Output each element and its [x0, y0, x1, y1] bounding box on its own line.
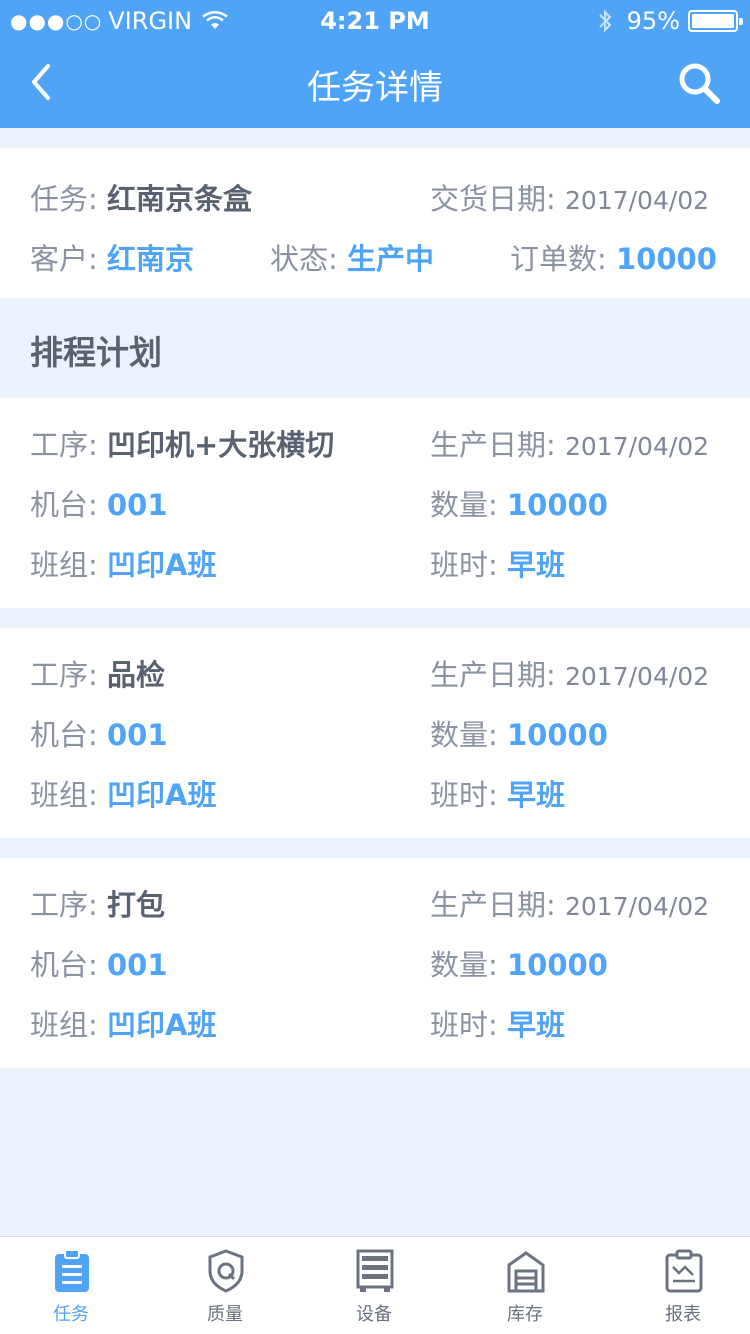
report-clipboard-icon [665, 1249, 703, 1293]
server-rack-icon [356, 1249, 394, 1292]
clipboard-list-icon [55, 1249, 89, 1292]
shift-value: 早班 [507, 1008, 566, 1042]
tab-label: 报表 [665, 1304, 701, 1325]
machine-label: 机台: [30, 948, 98, 982]
section-title: 排程计划 [30, 333, 162, 372]
team-label: 班组: [30, 548, 98, 582]
process-label: 工序: [30, 658, 98, 692]
production-date-value: 2017/04/02 [565, 892, 710, 921]
process-value: 打包 [107, 888, 166, 922]
state-value: 生产中 [347, 242, 435, 276]
delivery-date-value: 2017/04/02 [565, 186, 710, 215]
state-label: 状态: [270, 242, 338, 276]
team-value: 凹印A班 [107, 778, 217, 812]
process-value: 品检 [107, 658, 166, 692]
delivery-date-label: 交货日期: [430, 182, 556, 216]
team-label: 班组: [30, 1008, 98, 1042]
search-icon[interactable] [676, 60, 722, 106]
tab-label: 任务 [53, 1304, 89, 1325]
schedule-card[interactable]: 工序: 凹印机+大张横切 生产日期: 2017/04/02 机台: 001 数量… [0, 398, 750, 608]
schedule-row-process: 工序: 打包 生产日期: 2017/04/02 [0, 882, 750, 922]
process-label: 工序: [30, 428, 98, 462]
quantity-value: 10000 [507, 948, 608, 982]
order-count-label: 订单数: [510, 242, 607, 276]
quantity-label: 数量: [430, 718, 498, 752]
production-date-value: 2017/04/02 [565, 662, 710, 691]
team-value: 凹印A班 [107, 548, 217, 582]
schedule-row-machine: 机台: 001 数量: 10000 [0, 482, 750, 522]
schedule-row-process: 工序: 品检 生产日期: 2017/04/02 [0, 652, 750, 692]
production-date-label: 生产日期: [430, 428, 556, 462]
shield-q-icon [208, 1249, 244, 1293]
quantity-value: 10000 [507, 718, 608, 752]
quantity-label: 数量: [430, 488, 498, 522]
tab-label: 设备 [356, 1304, 392, 1325]
production-date-value: 2017/04/02 [565, 432, 710, 461]
quantity-value: 10000 [507, 488, 608, 522]
process-label: 工序: [30, 888, 98, 922]
status-right: 95% [597, 7, 743, 35]
machine-value: 001 [107, 488, 168, 522]
task-summary-card: 任务: 红南京条盒 交货日期: 2017/04/02 客户: 红南京 状态: 生… [0, 148, 750, 298]
bluetooth-icon [598, 9, 612, 33]
tab-task[interactable]: 任务 [11, 1237, 131, 1334]
task-row: 任务: 红南京条盒 交货日期: 2017/04/02 [0, 176, 750, 216]
tab-report[interactable]: 报表 [623, 1237, 743, 1334]
schedule-card[interactable]: 工序: 品检 生产日期: 2017/04/02 机台: 001 数量: 1000… [0, 628, 750, 838]
header: ●●●○○ VIRGIN 4:21 PM 95% 任务详情 [0, 0, 750, 128]
schedule-row-machine: 机台: 001 数量: 10000 [0, 942, 750, 982]
page-title: 任务详情 [307, 68, 443, 108]
machine-label: 机台: [30, 718, 98, 752]
quantity-label: 数量: [430, 948, 498, 982]
tab-equipment[interactable]: 设备 [314, 1237, 434, 1334]
machine-label: 机台: [30, 488, 98, 522]
shift-label: 班时: [430, 548, 498, 582]
customer-label: 客户: [30, 242, 98, 276]
shift-label: 班时: [430, 1008, 498, 1042]
battery-icon [688, 10, 743, 32]
tab-label: 质量 [207, 1304, 243, 1325]
schedule-card[interactable]: 工序: 打包 生产日期: 2017/04/02 机台: 001 数量: 1000… [0, 858, 750, 1068]
tab-inventory[interactable]: 库存 [465, 1237, 585, 1334]
production-date-label: 生产日期: [430, 888, 556, 922]
shift-value: 早班 [507, 778, 566, 812]
nav-bar: 任务详情 [0, 40, 750, 128]
tab-label: 库存 [507, 1304, 543, 1325]
machine-value: 001 [107, 718, 168, 752]
shift-value: 早班 [507, 548, 566, 582]
tab-quality[interactable]: 质量 [165, 1237, 285, 1334]
tab-bar: 任务 质量 设备 库存 报表 [0, 1236, 750, 1334]
schedule-row-process: 工序: 凹印机+大张横切 生产日期: 2017/04/02 [0, 422, 750, 462]
schedule-row-team: 班组: 凹印A班 班时: 早班 [0, 1002, 750, 1042]
team-label: 班组: [30, 778, 98, 812]
schedule-row-team: 班组: 凹印A班 班时: 早班 [0, 542, 750, 582]
production-date-label: 生产日期: [430, 658, 556, 692]
customer-row: 客户: 红南京 状态: 生产中 订单数: 10000 [0, 236, 750, 276]
warehouse-icon [507, 1251, 545, 1293]
team-value: 凹印A班 [107, 1008, 217, 1042]
battery-percent: 95% [626, 7, 680, 35]
machine-value: 001 [107, 948, 168, 982]
process-value: 凹印机+大张横切 [107, 428, 335, 462]
schedule-row-machine: 机台: 001 数量: 10000 [0, 712, 750, 752]
customer-value: 红南京 [107, 242, 195, 276]
task-value: 红南京条盒 [107, 182, 253, 216]
task-label: 任务: [30, 182, 98, 216]
status-bar: ●●●○○ VIRGIN 4:21 PM 95% [0, 0, 750, 40]
order-count-value: 10000 [616, 242, 717, 276]
schedule-row-team: 班组: 凹印A班 班时: 早班 [0, 772, 750, 812]
shift-label: 班时: [430, 778, 498, 812]
